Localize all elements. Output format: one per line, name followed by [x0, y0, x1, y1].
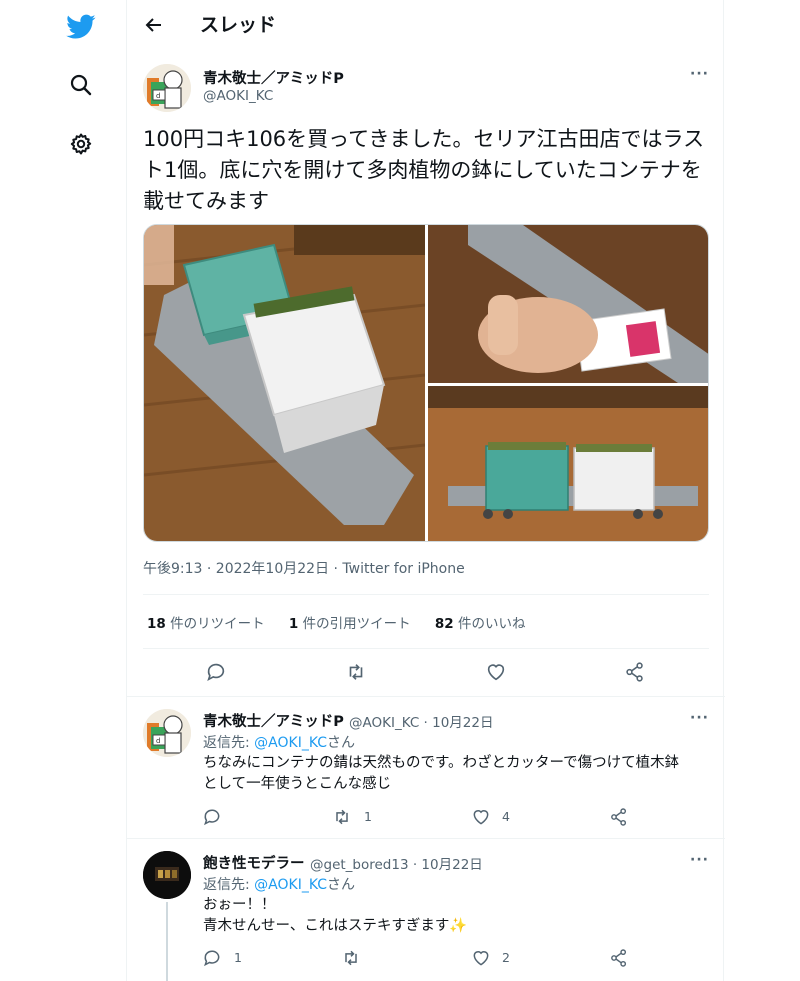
more-icon[interactable]: ···	[690, 710, 709, 726]
media-grid	[143, 224, 709, 542]
like-count: 2	[502, 950, 510, 965]
like-count: 4	[502, 809, 510, 824]
author-handle[interactable]: @AOKI_KC	[203, 88, 273, 104]
tweet-stats: 18 件のリツイート 1 件の引用ツイート 82 件のいいね	[147, 612, 545, 632]
photo-1[interactable]	[144, 225, 425, 541]
reply-count: 1	[234, 950, 242, 965]
arrow-left-icon	[145, 18, 161, 32]
svg-text:d: d	[156, 737, 160, 745]
more-icon[interactable]: ···	[690, 852, 709, 868]
reply-author-name[interactable]: 青木敬士／アミッドP	[203, 710, 344, 731]
avatar[interactable]: d	[143, 64, 191, 112]
reply-meta[interactable]: @AOKI_KC · 10月22日	[349, 711, 493, 731]
retweet-stat[interactable]: 18 件のリツイート	[147, 612, 265, 632]
twitter-logo-icon[interactable]	[64, 10, 98, 44]
reply-icon[interactable]	[199, 804, 225, 830]
thread-connector	[166, 902, 168, 981]
reply-icon[interactable]	[199, 945, 225, 971]
like-stat[interactable]: 82 件のいいね	[435, 612, 526, 632]
replying-to-link[interactable]: @AOKI_KC	[254, 877, 327, 893]
tweet-text: 100円コキ106を買ってきました。セリア江古田店ではラスト1個。底に穴を開けて…	[143, 127, 705, 213]
like-icon[interactable]	[483, 659, 509, 685]
back-button[interactable]	[141, 12, 167, 38]
photo-2[interactable]	[428, 225, 708, 383]
divider	[143, 594, 709, 595]
search-icon[interactable]	[64, 68, 98, 102]
avatar[interactable]	[143, 851, 191, 899]
like-icon[interactable]	[468, 945, 494, 971]
avatar[interactable]: d	[143, 709, 191, 757]
share-icon[interactable]	[606, 804, 632, 830]
more-icon[interactable]: ···	[690, 66, 709, 82]
retweet-icon[interactable]	[338, 945, 364, 971]
replying-to-link[interactable]: @AOKI_KC	[254, 735, 327, 751]
gear-icon[interactable]	[64, 127, 98, 161]
quote-stat[interactable]: 1 件の引用ツイート	[289, 612, 411, 632]
thread-column: スレッド d 青木敬士／アミッドP @AOKI_KC ··· 100円コキ106…	[126, 0, 725, 981]
separator	[127, 838, 725, 839]
tweet-timestamp[interactable]: 午後9:13 · 2022年10月22日 · Twitter for iPhon…	[143, 558, 465, 578]
separator	[127, 696, 725, 697]
author-name[interactable]: 青木敬士／アミッドP	[203, 67, 344, 88]
page-title: スレッド	[200, 14, 277, 36]
share-icon[interactable]	[606, 945, 632, 971]
retweet-count: 1	[364, 809, 372, 824]
reply-text: ちなみにコンテナの錆は天然ものです。わざとカッターで傷つけて植木鉢 として一年使…	[203, 755, 680, 792]
reply-meta[interactable]: @get_bored13 · 10月22日	[310, 853, 483, 873]
retweet-icon[interactable]	[329, 804, 355, 830]
photo-3[interactable]	[428, 386, 708, 541]
divider	[143, 648, 709, 649]
thread-header: スレッド	[127, 0, 725, 50]
svg-text:d: d	[156, 92, 160, 100]
like-icon[interactable]	[468, 804, 494, 830]
retweet-icon[interactable]	[343, 659, 369, 685]
share-icon[interactable]	[622, 659, 648, 685]
reply-text: おぉー！！ 青木せんせー、これはステキすぎます✨	[203, 897, 468, 934]
replying-to: 返信先: @AOKI_KCさん	[203, 735, 356, 751]
reply-author-name[interactable]: 飽き性モデラー	[203, 852, 305, 873]
left-nav	[0, 0, 126, 981]
reply-icon[interactable]	[203, 659, 229, 685]
replying-to: 返信先: @AOKI_KCさん	[203, 877, 356, 893]
